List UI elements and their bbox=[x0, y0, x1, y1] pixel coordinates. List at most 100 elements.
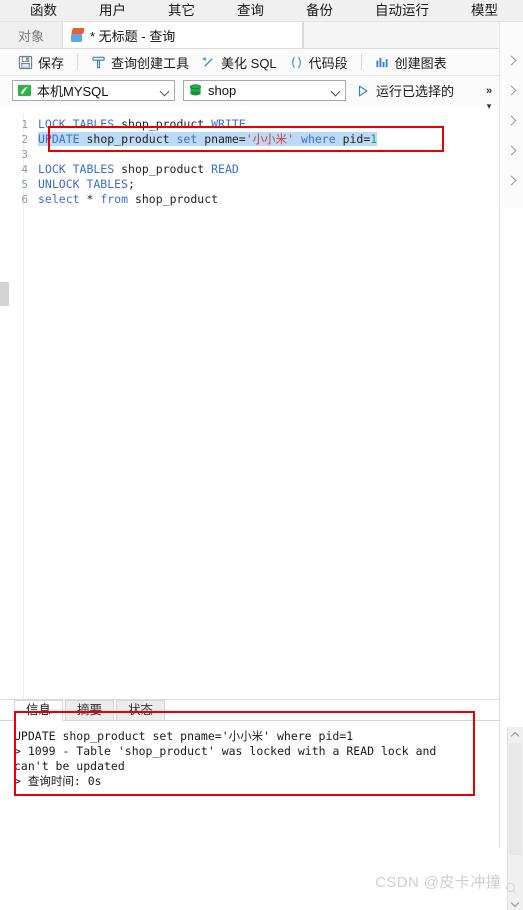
save-button[interactable]: 保存 bbox=[12, 51, 70, 73]
chevron-down-icon[interactable] bbox=[331, 86, 341, 96]
line-number: 5 bbox=[21, 178, 28, 191]
query-builder-button[interactable]: 查询创建工具 bbox=[85, 51, 195, 73]
menu-item-functions[interactable]: 函数 bbox=[30, 0, 57, 22]
results-panel: 信息 摘要 状态 UPDATE shop_product set pname='… bbox=[0, 700, 500, 848]
result-line: > 1099 - Table 'shop_product' was locked… bbox=[14, 744, 444, 773]
line-number: 6 bbox=[21, 193, 28, 206]
sql-code-area[interactable]: 1 LOCK TABLES shop_product WRITE 2 UPDATE s… bbox=[0, 117, 378, 207]
editor-toolbar-secondary: 本机MYSQL shop 运行已选择的 bbox=[0, 76, 523, 105]
query-builder-label: 查询创建工具 bbox=[111, 55, 190, 71]
results-output-text: UPDATE shop_product set pname='小小米' wher… bbox=[0, 721, 466, 789]
beautify-wand-icon bbox=[201, 55, 216, 70]
toolbar-overflow-button[interactable]: » ▾ bbox=[481, 85, 497, 112]
toolbar-overflow-label: » bbox=[485, 85, 493, 97]
code-line[interactable]: 2 UPDATE shop_product set pname='小小米' whe… bbox=[0, 132, 378, 147]
connection-select-value: 本机MYSQL bbox=[37, 84, 109, 99]
code-token: pid= bbox=[342, 132, 371, 146]
line-number: 3 bbox=[21, 148, 28, 161]
code-token: UNLOCK TABLES bbox=[38, 177, 129, 191]
tab-status[interactable]: 状态 bbox=[116, 700, 166, 720]
tab-untitled-query[interactable]: * 无标题 - 查询 bbox=[63, 22, 303, 48]
code-line[interactable]: 4 LOCK TABLES shop_product READ bbox=[0, 162, 377, 177]
code-token: shop_product bbox=[121, 162, 212, 176]
run-selected-label: 运行已选择的 bbox=[376, 84, 455, 99]
code-token: pname= bbox=[204, 132, 246, 146]
chevron-right-icon[interactable] bbox=[504, 83, 520, 99]
chevron-down-icon[interactable] bbox=[160, 86, 170, 96]
query-document-icon bbox=[71, 28, 85, 42]
database-select-value: shop bbox=[208, 83, 237, 98]
beautify-sql-button[interactable]: 美化 SQL bbox=[195, 51, 283, 73]
parentheses-icon bbox=[289, 55, 304, 70]
code-snippet-button[interactable]: 代码段 bbox=[283, 51, 354, 73]
line-number: 2 bbox=[21, 133, 28, 146]
save-button-label: 保存 bbox=[38, 55, 65, 71]
code-token: select bbox=[38, 192, 87, 206]
watermark-text: CSDN @皮卡冲撞 bbox=[375, 874, 501, 891]
main-menu-bar: 函数 用户 其它 查询 备份 自动运行 模型 bbox=[0, 0, 523, 22]
chevron-right-icon[interactable] bbox=[504, 143, 520, 159]
result-line: UPDATE shop_product set pname='小小米' wher… bbox=[14, 729, 354, 743]
menu-item-query[interactable]: 查询 bbox=[237, 0, 264, 22]
tab-objects[interactable]: 对象 bbox=[0, 22, 63, 48]
code-line[interactable]: 5 UNLOCK TABLES; bbox=[0, 177, 377, 192]
code-line-text[interactable]: LOCK TABLES shop_product READ bbox=[38, 162, 239, 176]
database-icon bbox=[188, 83, 203, 98]
menu-item-users[interactable]: 用户 bbox=[99, 0, 126, 22]
code-token: shop_product bbox=[121, 117, 212, 131]
toolbar-separator-2 bbox=[360, 54, 362, 70]
tab-summary[interactable]: 摘要 bbox=[65, 700, 115, 720]
connection-select[interactable]: 本机MYSQL bbox=[12, 80, 175, 101]
chevron-right-icon[interactable] bbox=[504, 113, 520, 129]
code-line[interactable]: 1 LOCK TABLES shop_product WRITE bbox=[0, 117, 377, 132]
database-select[interactable]: shop bbox=[183, 80, 346, 101]
code-line-text[interactable]: LOCK TABLES shop_product WRITE bbox=[38, 117, 246, 131]
code-line[interactable]: 6 select * from shop_product bbox=[0, 192, 377, 207]
code-token: WRITE bbox=[211, 117, 246, 131]
code-line[interactable]: 3 bbox=[0, 147, 377, 162]
tab-message[interactable]: 信息 bbox=[14, 700, 64, 721]
code-token: UPDATE bbox=[38, 132, 87, 146]
code-token: where bbox=[301, 132, 343, 146]
create-chart-button[interactable]: 创建图表 bbox=[369, 51, 453, 73]
menu-item-model[interactable]: 模型 bbox=[471, 0, 498, 22]
code-token: READ bbox=[211, 162, 239, 176]
results-tab-strip: 信息 摘要 状态 bbox=[0, 700, 499, 721]
editor-toolbar-primary: 保存 查询创建工具 美化 SQL 代码段 创建图表 bbox=[0, 49, 523, 76]
beautify-sql-label: 美化 SQL bbox=[221, 55, 277, 71]
code-token: LOCK TABLES bbox=[38, 117, 122, 131]
magnifier-icon bbox=[506, 883, 517, 894]
code-token: ; bbox=[128, 177, 135, 191]
editor-left-handle[interactable] bbox=[0, 282, 9, 306]
caret-down-icon[interactable]: ▾ bbox=[481, 101, 497, 111]
menu-item-backup[interactable]: 备份 bbox=[306, 0, 333, 22]
scrollbar-thumb[interactable] bbox=[509, 743, 522, 855]
code-token: '小小米' bbox=[245, 132, 295, 146]
code-line-text[interactable]: UNLOCK TABLES; bbox=[38, 177, 135, 191]
play-triangle-icon bbox=[356, 84, 370, 98]
scroll-down-icon[interactable] bbox=[508, 896, 523, 910]
chevron-right-icon[interactable] bbox=[504, 53, 520, 69]
tab-strip-empty-area bbox=[303, 22, 523, 48]
code-token: LOCK TABLES bbox=[38, 162, 122, 176]
tab-untitled-query-label: * 无标题 - 查询 bbox=[90, 28, 176, 44]
code-token: from bbox=[100, 192, 135, 206]
line-number: 4 bbox=[21, 163, 28, 176]
scroll-up-icon[interactable] bbox=[508, 727, 523, 741]
code-line-text[interactable]: UPDATE shop_product set pname='小小米' wher… bbox=[38, 132, 378, 146]
bar-chart-icon bbox=[375, 55, 390, 70]
run-selected-button[interactable]: 运行已选择的 bbox=[356, 81, 454, 100]
chevron-right-icon[interactable] bbox=[504, 173, 520, 189]
connection-icon bbox=[17, 83, 32, 98]
code-snippet-label: 代码段 bbox=[308, 55, 348, 71]
menu-item-automation[interactable]: 自动运行 bbox=[375, 0, 429, 22]
line-number: 1 bbox=[21, 118, 28, 131]
right-side-rail bbox=[499, 22, 523, 208]
toolbar-separator-1 bbox=[77, 54, 79, 70]
code-line-text[interactable]: select * from shop_product bbox=[38, 192, 218, 206]
menu-item-others[interactable]: 其它 bbox=[168, 0, 195, 22]
code-token: 1 bbox=[370, 132, 378, 146]
code-token: shop_product bbox=[86, 132, 177, 146]
sql-editor[interactable]: 1 LOCK TABLES shop_product WRITE 2 UPDATE s… bbox=[0, 114, 500, 700]
